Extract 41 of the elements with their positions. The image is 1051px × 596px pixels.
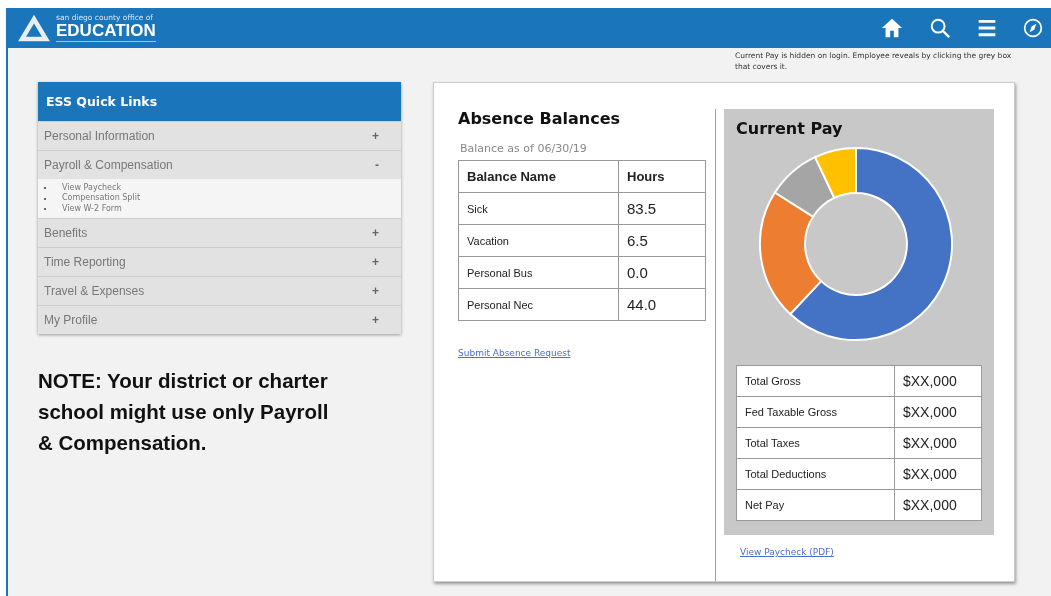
triangle-logo-icon — [16, 13, 52, 43]
compass-icon[interactable] — [1023, 18, 1043, 38]
accordion-item[interactable]: Travel & Expenses + — [38, 276, 401, 306]
table-cell: Personal Nec — [458, 288, 619, 321]
table-cell: Total Deductions — [736, 458, 895, 490]
submenu-link[interactable]: Compensation Split — [62, 193, 141, 204]
submenu-link[interactable]: View W-2 Form — [62, 203, 122, 215]
table-cell: $XX,000 — [894, 396, 982, 428]
table-cell: Net Pay — [736, 489, 895, 521]
table-cell: Total Taxes — [736, 427, 895, 459]
logo-title: EDUCATION — [56, 21, 156, 42]
column-header: Balance Name — [458, 160, 619, 193]
section-title: Absence Balances — [458, 109, 622, 128]
table-cell: $XX,000 — [894, 458, 982, 490]
table-cell: Vacation — [458, 224, 619, 257]
column-header: Hours — [618, 160, 706, 193]
table-cell: Total Gross — [736, 365, 895, 397]
view-paycheck-link[interactable]: View Paycheck (PDF) — [740, 547, 834, 557]
accordion-item[interactable]: My Profile + — [38, 305, 401, 335]
panel-title: ESS Quick Links — [38, 82, 401, 121]
accordion-item[interactable]: Time Reporting + — [38, 247, 401, 277]
balance-date: Balance as of 06/30/19 — [460, 142, 588, 155]
note-text: NOTE: Your district or charter school might use only Payroll & Compensation. — [38, 368, 330, 456]
table-cell: Fed Taxable Gross — [736, 396, 895, 428]
table-cell: $XX,000 — [894, 365, 982, 397]
search-icon[interactable] — [929, 17, 951, 39]
submit-absence-link[interactable]: Submit Absence Request — [458, 348, 571, 358]
table-cell: 6.5 — [618, 224, 706, 257]
table-cell: Sick — [458, 192, 619, 225]
submenu-link[interactable]: View Paycheck — [62, 183, 122, 194]
home-icon[interactable] — [881, 17, 903, 39]
section-title: Current Pay — [736, 119, 844, 138]
table-cell: 83.5 — [618, 192, 706, 225]
table-cell: $XX,000 — [894, 489, 982, 521]
accordion-item[interactable]: Benefits + — [38, 218, 401, 248]
table-cell: 44.0 — [618, 288, 706, 321]
accordion-item[interactable]: Personal Information + — [38, 121, 401, 150]
table-cell: $XX,000 — [894, 427, 982, 459]
menu-icon[interactable] — [977, 18, 997, 38]
table-cell: 0.0 — [618, 256, 706, 289]
table-cell: Personal Bus — [458, 256, 619, 289]
